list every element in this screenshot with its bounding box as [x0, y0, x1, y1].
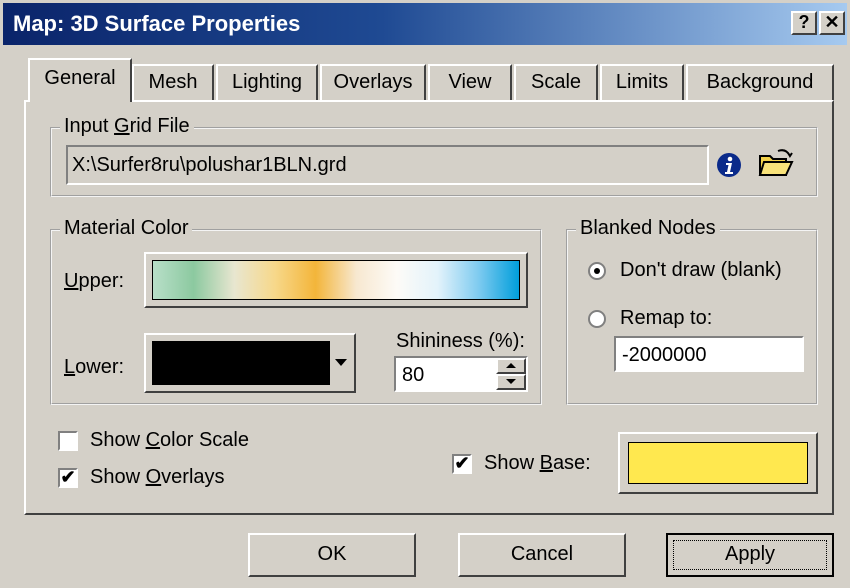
title-bar: Map: 3D Surface Properties ? ✕ — [3, 3, 847, 45]
remap-radio[interactable] — [588, 310, 606, 328]
shininess-input[interactable]: 80 — [402, 364, 424, 387]
focus-rect — [673, 540, 827, 570]
blanked-nodes-label: Blanked Nodes — [576, 217, 720, 240]
open-folder-icon[interactable] — [758, 148, 794, 178]
dont-draw-label[interactable]: Don't draw (blank) — [620, 259, 782, 282]
show-color-scale-label[interactable]: Show Color Scale — [90, 429, 249, 452]
show-base-label[interactable]: Show Base: — [484, 452, 591, 475]
material-color-label: Material Color — [60, 217, 193, 240]
dialog-window: Map: 3D Surface Properties ? ✕ General M… — [0, 0, 850, 588]
shininess-spinner: 80 — [394, 356, 528, 392]
tab-mesh[interactable]: Mesh — [132, 64, 214, 100]
tab-label: Overlays — [333, 71, 413, 93]
show-overlays-label[interactable]: Show Overlays — [90, 466, 225, 489]
cancel-button[interactable]: Cancel — [458, 533, 626, 577]
close-icon: ✕ — [824, 12, 840, 32]
help-icon: ? — [798, 12, 810, 32]
tab-label: Mesh — [148, 71, 198, 93]
check-mark-icon: ✔ — [454, 453, 470, 473]
remap-value-input[interactable]: -2000000 — [614, 336, 804, 372]
close-button[interactable]: ✕ — [819, 11, 845, 35]
remap-label[interactable]: Remap to: — [620, 307, 712, 330]
spin-up-button[interactable] — [496, 358, 526, 374]
show-overlays-checkbox[interactable]: ✔ — [58, 468, 78, 488]
tab-label: General — [44, 67, 116, 89]
tab-background[interactable]: Background — [686, 64, 834, 100]
cancel-label: Cancel — [510, 543, 574, 565]
show-color-scale-checkbox[interactable] — [58, 431, 78, 451]
radio-dot — [594, 268, 600, 274]
ok-label: OK — [317, 543, 347, 565]
down-arrow-icon — [506, 379, 516, 384]
lower-color-dropdown[interactable] — [144, 333, 356, 393]
base-color-swatch — [628, 442, 808, 484]
lower-label: Lower: — [64, 356, 125, 378]
tab-label: Limits — [615, 71, 669, 93]
upper-label: Upper: — [64, 270, 125, 292]
upper-color-button[interactable] — [144, 252, 528, 308]
remap-value-text: -2000000 — [622, 344, 707, 366]
base-color-button[interactable] — [618, 432, 818, 494]
grid-file-path-text: X:\Surfer8ru\polushar1BLN.grd — [72, 154, 347, 176]
tab-view[interactable]: View — [428, 64, 512, 100]
grid-file-path-field[interactable]: X:\Surfer8ru\polushar1BLN.grd — [66, 145, 709, 185]
tab-lighting[interactable]: Lighting — [216, 64, 318, 100]
tab-general[interactable]: General — [28, 58, 132, 102]
apply-button[interactable]: Apply — [666, 533, 834, 577]
tab-label: Scale — [530, 71, 582, 93]
input-grid-label: Input Grid File — [60, 115, 194, 138]
tab-scale[interactable]: Scale — [514, 64, 598, 100]
tab-label: View — [448, 71, 492, 93]
upper-color-gradient — [152, 260, 520, 300]
tab-overlays[interactable]: Overlays — [320, 64, 426, 100]
shininess-label: Shininess (%): — [396, 330, 525, 352]
up-arrow-icon — [506, 363, 516, 368]
dont-draw-radio[interactable] — [588, 262, 606, 280]
spin-down-button[interactable] — [496, 374, 526, 390]
window-title: Map: 3D Surface Properties — [13, 11, 301, 36]
lower-color-swatch — [152, 341, 330, 385]
show-base-checkbox[interactable]: ✔ — [452, 454, 472, 474]
chevron-down-icon — [335, 359, 347, 366]
tab-limits[interactable]: Limits — [600, 64, 684, 100]
ok-button[interactable]: OK — [248, 533, 416, 577]
help-button[interactable]: ? — [791, 11, 817, 35]
check-mark-icon: ✔ — [60, 467, 76, 487]
tab-label: Background — [706, 71, 814, 93]
tab-label: Lighting — [231, 71, 303, 93]
info-icon[interactable] — [716, 152, 742, 178]
